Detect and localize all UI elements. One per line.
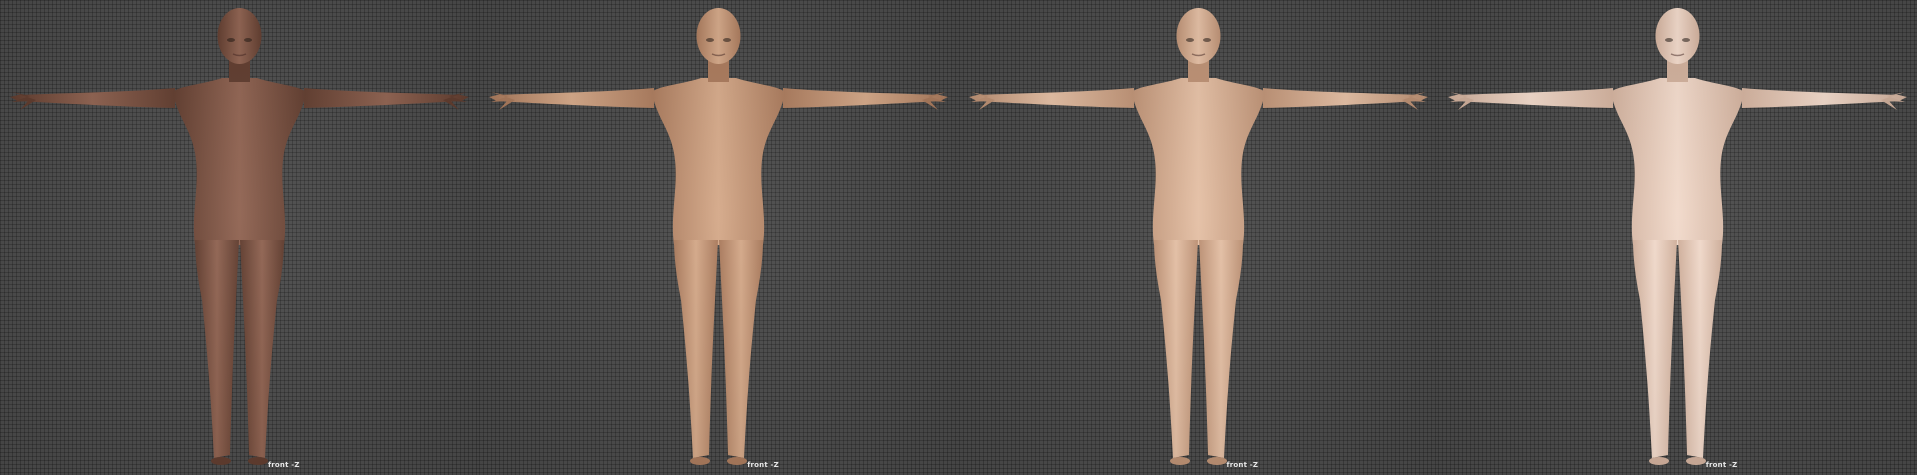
right-leg [719, 240, 764, 458]
left-eye [706, 38, 715, 42]
character-model-1 [10, 8, 469, 465]
character-model-3 [968, 8, 1428, 465]
right-foot [1206, 457, 1227, 465]
torso [1131, 78, 1265, 245]
right-arm [1262, 88, 1428, 108]
camera-label: front -Z [747, 461, 779, 469]
left-eye [227, 38, 235, 42]
torso [173, 78, 306, 245]
torso [652, 78, 786, 245]
right-leg [1198, 240, 1243, 458]
character-model-4 [1447, 8, 1907, 465]
left-foot [211, 457, 231, 465]
left-arm [489, 88, 655, 108]
torso [1610, 78, 1744, 245]
left-eye [1185, 38, 1194, 42]
left-leg [1632, 240, 1677, 458]
right-arm [783, 88, 949, 108]
right-foot [248, 457, 268, 465]
left-foot [1169, 457, 1190, 465]
right-foot [1685, 457, 1706, 465]
right-eye [1681, 38, 1690, 42]
left-foot [1648, 457, 1669, 465]
right-foot [727, 457, 748, 465]
camera-label: front -Z [268, 461, 300, 469]
viewport-strip: front -Z front -Z front -Z front -Z [0, 0, 1917, 475]
character-model-2 [489, 8, 949, 465]
viewport-4[interactable]: front -Z [1437, 0, 1917, 475]
left-leg [674, 240, 719, 458]
left-eye [1664, 38, 1673, 42]
left-arm [1447, 88, 1613, 108]
body [968, 8, 1428, 465]
body [10, 8, 469, 465]
viewport-1[interactable]: front -Z [0, 0, 480, 475]
right-arm [304, 88, 469, 108]
right-leg [240, 240, 284, 458]
camera-label: front -Z [1705, 461, 1738, 469]
camera-label: front -Z [1226, 461, 1259, 469]
body [489, 8, 949, 465]
right-arm [1741, 88, 1907, 108]
right-leg [1677, 240, 1722, 458]
viewport-2[interactable]: front -Z [479, 0, 959, 475]
body [1447, 8, 1907, 465]
right-eye [244, 38, 252, 42]
left-leg [195, 240, 239, 458]
left-arm [968, 88, 1134, 108]
right-eye [1202, 38, 1211, 42]
left-foot [690, 457, 711, 465]
viewport-3[interactable]: front -Z [958, 0, 1438, 475]
right-eye [723, 38, 732, 42]
left-leg [1153, 240, 1198, 458]
left-arm [10, 88, 175, 108]
